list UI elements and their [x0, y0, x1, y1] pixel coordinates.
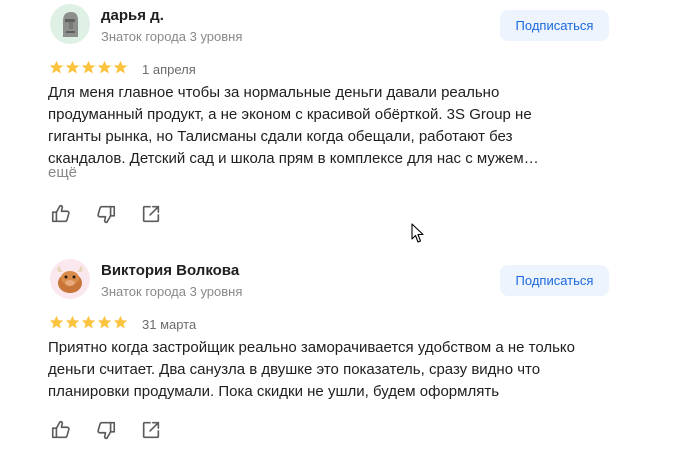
star-icon [97, 315, 112, 329]
share-icon [142, 421, 160, 439]
like-button[interactable] [48, 417, 74, 443]
like-icon [51, 420, 70, 439]
share-button[interactable] [138, 201, 164, 227]
subscribe-button[interactable]: Подписаться [500, 265, 609, 296]
share-button[interactable] [138, 417, 164, 443]
dislike-button[interactable] [93, 201, 119, 227]
star-icon [65, 315, 80, 329]
dislike-button[interactable] [93, 417, 119, 443]
rating-stars [49, 60, 128, 78]
dislike-icon [97, 205, 116, 224]
author-level: Знаток города 3 уровня [101, 29, 243, 44]
dislike-icon [97, 421, 116, 440]
star-icon [81, 315, 96, 329]
bull-avatar-icon[interactable] [50, 259, 90, 299]
review-actions [48, 201, 183, 227]
review-actions [48, 417, 183, 443]
star-icon [81, 60, 96, 74]
star-icon [65, 60, 80, 74]
author-name[interactable]: Виктория Волкова [101, 262, 239, 279]
author-level: Знаток города 3 уровня [101, 284, 243, 299]
review-text: Приятно когда застройщик реально заморач… [48, 339, 575, 400]
moai-avatar-icon[interactable] [50, 4, 90, 44]
review-text: Для меня главное чтобы за нормальные ден… [48, 84, 539, 167]
star-icon [97, 60, 112, 74]
star-icon [49, 315, 64, 329]
share-icon [142, 205, 160, 223]
like-icon [51, 204, 70, 223]
like-button[interactable] [48, 201, 74, 227]
subscribe-button[interactable]: Подписаться [500, 10, 609, 41]
rating-stars [49, 315, 128, 333]
star-icon [49, 60, 64, 74]
author-name[interactable]: дарья д. [101, 7, 164, 24]
more-link[interactable]: ещё [48, 164, 77, 181]
review-date: 1 апреля [142, 62, 196, 77]
star-icon [113, 315, 128, 329]
star-icon [113, 60, 128, 74]
review-date: 31 марта [142, 317, 197, 332]
mouse-cursor-icon [411, 223, 424, 243]
